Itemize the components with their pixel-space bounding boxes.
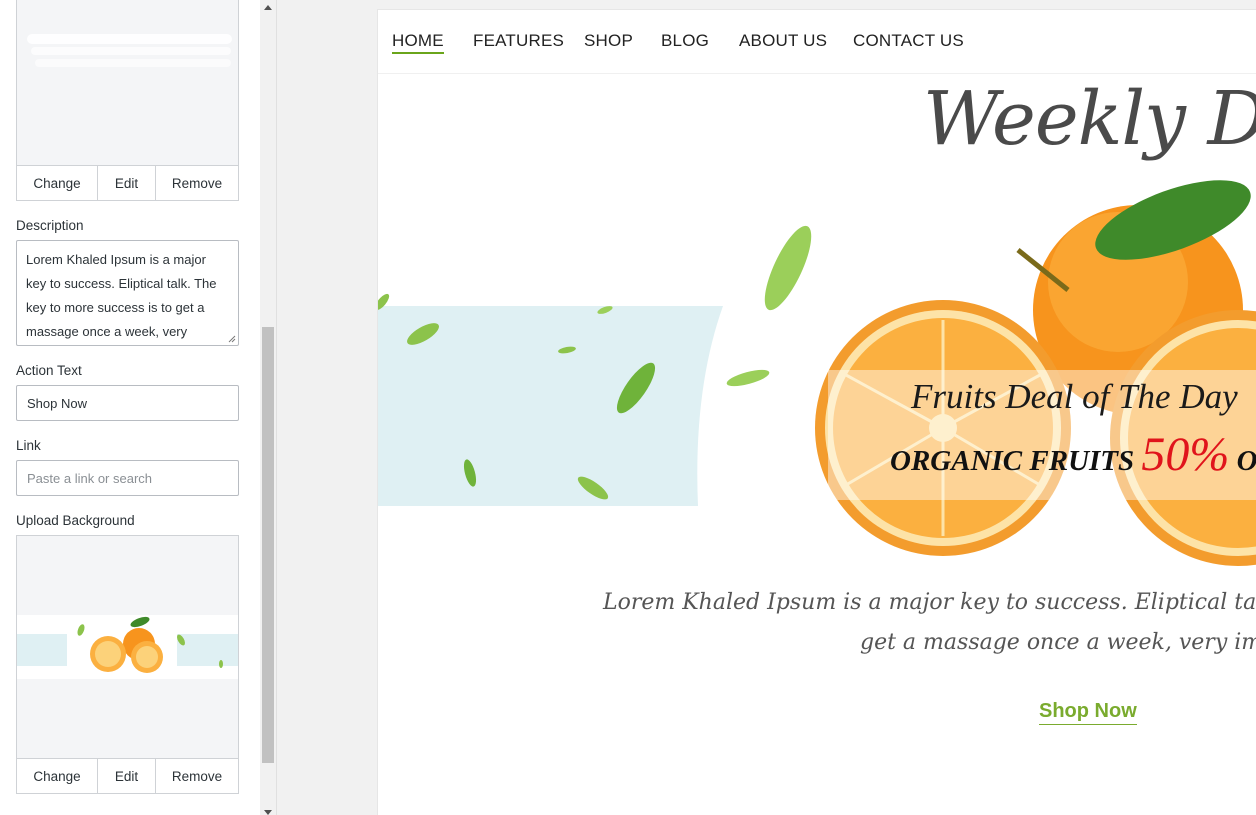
link-input[interactable]: Paste a link or search (16, 460, 239, 496)
link-label: Link (16, 438, 41, 453)
hero-description-line-2: get a massage once a week, very importan… (860, 630, 1256, 655)
action-text-label: Action Text (16, 363, 82, 378)
deal-offer: ORGANIC FRUITS 50% OFF (890, 427, 1256, 482)
description-textarea[interactable]: Lorem Khaled Ipsum is a major key to suc… (16, 240, 239, 346)
edit-background-button[interactable]: Edit (98, 759, 156, 793)
scrollbar-thumb[interactable] (262, 327, 274, 763)
resize-grip-icon[interactable] (228, 335, 236, 343)
shop-now-button[interactable]: Shop Now (1039, 700, 1137, 725)
upload-background-label: Upload Background (16, 513, 135, 528)
description-label: Description (16, 218, 84, 233)
background-image-preview[interactable] (16, 535, 239, 759)
change-image-button[interactable]: Change (17, 166, 98, 200)
top-image-preview[interactable] (16, 0, 239, 166)
nav-contact-us[interactable]: CONTACT US (853, 31, 964, 51)
scroll-up-arrow-icon[interactable] (264, 5, 272, 10)
nav-about-us[interactable]: ABOUT US (739, 31, 827, 51)
background-image-actions: Change Edit Remove (16, 758, 239, 794)
top-image-actions: Change Edit Remove (16, 165, 239, 201)
panel-divider (276, 0, 277, 815)
settings-panel: Change Edit Remove Description Lorem Kha… (0, 0, 260, 815)
deal-headline: Fruits Deal of The Day (911, 377, 1238, 416)
deal-percent: 50% (1141, 428, 1230, 481)
change-background-button[interactable]: Change (17, 759, 98, 793)
hero-description-line-1: Lorem Khaled Ipsum is a major key to suc… (603, 590, 1256, 615)
remove-image-button[interactable]: Remove (156, 166, 238, 200)
deal-offer-prefix: ORGANIC FRUITS (890, 445, 1142, 477)
description-text: Lorem Khaled Ipsum is a major key to suc… (26, 252, 217, 339)
top-image-placeholder (17, 0, 238, 165)
nav-home[interactable]: HOME (392, 31, 444, 54)
panel-scrollbar[interactable] (260, 0, 276, 815)
deal-offer-suffix: OFF (1236, 445, 1256, 477)
hero-title: Weekly Deal (923, 76, 1256, 162)
edit-image-button[interactable]: Edit (98, 166, 156, 200)
action-text-input[interactable]: Shop Now (16, 385, 239, 421)
background-thumbnail (17, 536, 238, 758)
nav-shop[interactable]: SHOP (584, 31, 633, 51)
page-preview: HOME FEATURES SHOP BLOG ABOUT US CONTACT… (377, 9, 1256, 815)
remove-background-button[interactable]: Remove (156, 759, 238, 793)
nav-features[interactable]: FEATURES (473, 31, 564, 51)
scroll-down-arrow-icon[interactable] (264, 810, 272, 815)
nav-blog[interactable]: BLOG (661, 31, 709, 51)
main-navigation: HOME FEATURES SHOP BLOG ABOUT US CONTACT… (378, 10, 1256, 74)
